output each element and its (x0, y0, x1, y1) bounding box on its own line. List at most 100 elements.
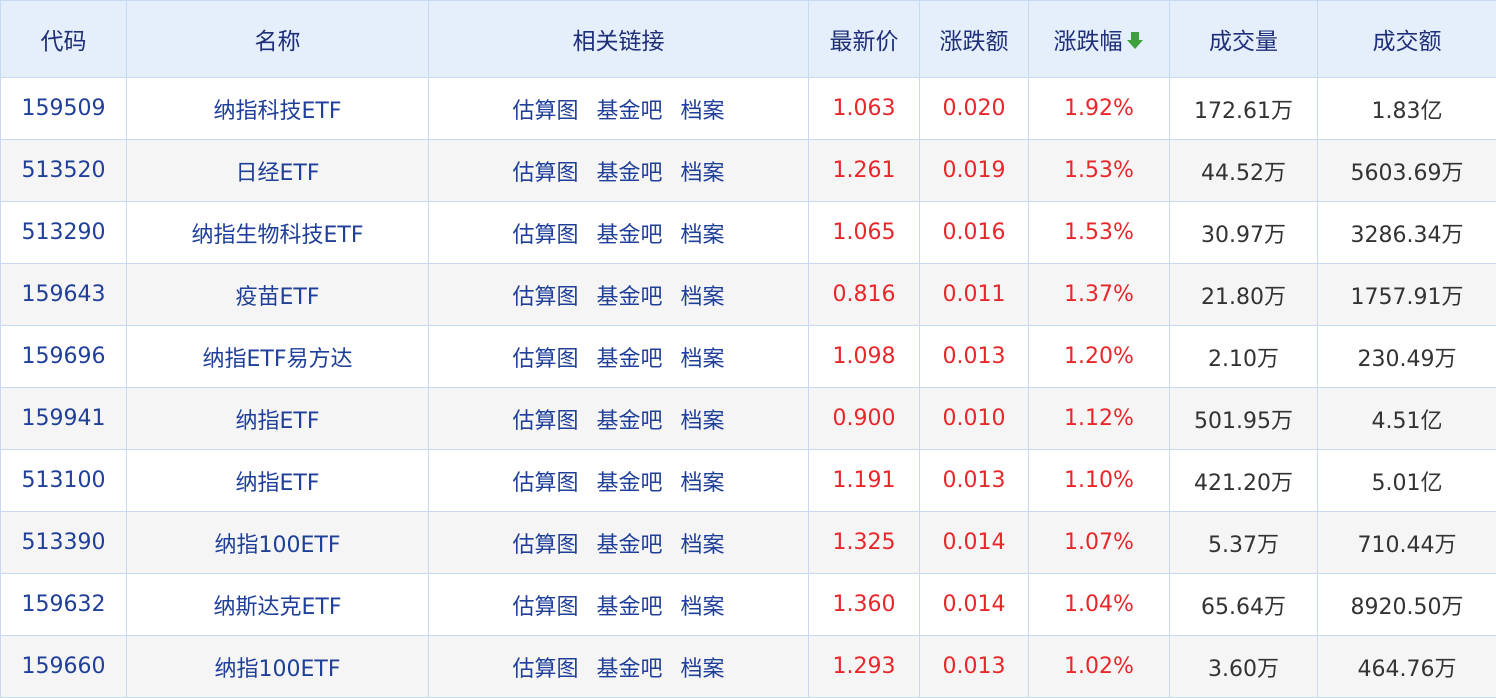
fund-code-link[interactable]: 159632 (1, 574, 127, 636)
fund-code-link[interactable]: 513520 (1, 140, 127, 202)
estimate-chart-link[interactable]: 估算图 (512, 527, 578, 559)
header-pct[interactable]: 涨跌幅 (1029, 1, 1170, 78)
fund-profile-link[interactable]: 档案 (681, 465, 725, 497)
header-code[interactable]: 代码 (1, 1, 127, 78)
header-row: 代码 名称 相关链接 最新价 涨跌额 涨跌幅 成交量 成交额 (1, 1, 1496, 78)
table-row: 159643疫苗ETF估算图基金吧档案0.8160.0111.37%21.80万… (1, 264, 1496, 326)
fund-forum-link[interactable]: 基金吧 (596, 465, 662, 497)
fund-code-link[interactable]: 513100 (1, 450, 127, 512)
fund-name-link[interactable]: 纳斯达克ETF (127, 574, 429, 636)
header-pct-label: 涨跌幅 (1054, 29, 1123, 55)
price-change: 0.020 (920, 78, 1029, 140)
estimate-chart-link[interactable]: 估算图 (512, 589, 578, 621)
fund-forum-link[interactable]: 基金吧 (596, 341, 662, 373)
change-percent: 1.53% (1029, 202, 1170, 264)
fund-code-link[interactable]: 159509 (1, 78, 127, 140)
table-row: 159941纳指ETF估算图基金吧档案0.9000.0101.12%501.95… (1, 388, 1496, 450)
fund-profile-link[interactable]: 档案 (681, 403, 725, 435)
estimate-chart-link[interactable]: 估算图 (512, 341, 578, 373)
price-change: 0.014 (920, 574, 1029, 636)
estimate-chart-link[interactable]: 估算图 (512, 651, 578, 683)
header-price[interactable]: 最新价 (809, 1, 920, 78)
table-row: 159632纳斯达克ETF估算图基金吧档案1.3600.0141.04%65.6… (1, 574, 1496, 636)
trade-amount: 710.44万 (1318, 512, 1496, 574)
related-links: 估算图基金吧档案 (429, 388, 809, 450)
estimate-chart-link[interactable]: 估算图 (512, 93, 578, 125)
trade-volume: 501.95万 (1170, 388, 1318, 450)
trade-amount: 1.83亿 (1318, 78, 1496, 140)
change-percent: 1.10% (1029, 450, 1170, 512)
arrow-down-icon[interactable] (1125, 30, 1145, 56)
estimate-chart-link[interactable]: 估算图 (512, 279, 578, 311)
trade-amount: 5603.69万 (1318, 140, 1496, 202)
trade-volume: 44.52万 (1170, 140, 1318, 202)
change-percent: 1.04% (1029, 574, 1170, 636)
latest-price: 0.900 (809, 388, 920, 450)
fund-name-link[interactable]: 日经ETF (127, 140, 429, 202)
latest-price: 1.063 (809, 78, 920, 140)
fund-forum-link[interactable]: 基金吧 (596, 279, 662, 311)
price-change: 0.019 (920, 140, 1029, 202)
fund-name-link[interactable]: 纳指生物科技ETF (127, 202, 429, 264)
trade-volume: 5.37万 (1170, 512, 1318, 574)
fund-forum-link[interactable]: 基金吧 (596, 527, 662, 559)
fund-profile-link[interactable]: 档案 (681, 155, 725, 187)
price-change: 0.014 (920, 512, 1029, 574)
related-links: 估算图基金吧档案 (429, 326, 809, 388)
related-links: 估算图基金吧档案 (429, 450, 809, 512)
price-change: 0.013 (920, 326, 1029, 388)
table-row: 513390纳指100ETF估算图基金吧档案1.3250.0141.07%5.3… (1, 512, 1496, 574)
trade-volume: 421.20万 (1170, 450, 1318, 512)
latest-price: 1.065 (809, 202, 920, 264)
change-percent: 1.20% (1029, 326, 1170, 388)
fund-profile-link[interactable]: 档案 (681, 527, 725, 559)
fund-name-link[interactable]: 纳指100ETF (127, 512, 429, 574)
fund-forum-link[interactable]: 基金吧 (596, 651, 662, 683)
header-name[interactable]: 名称 (127, 1, 429, 78)
fund-forum-link[interactable]: 基金吧 (596, 155, 662, 187)
fund-name-link[interactable]: 纳指ETF易方达 (127, 326, 429, 388)
related-links: 估算图基金吧档案 (429, 512, 809, 574)
fund-forum-link[interactable]: 基金吧 (596, 217, 662, 249)
trade-volume: 30.97万 (1170, 202, 1318, 264)
fund-profile-link[interactable]: 档案 (681, 93, 725, 125)
fund-code-link[interactable]: 513390 (1, 512, 127, 574)
fund-name-link[interactable]: 纳指ETF (127, 450, 429, 512)
change-percent: 1.53% (1029, 140, 1170, 202)
fund-forum-link[interactable]: 基金吧 (596, 589, 662, 621)
fund-profile-link[interactable]: 档案 (681, 589, 725, 621)
estimate-chart-link[interactable]: 估算图 (512, 465, 578, 497)
fund-name-link[interactable]: 纳指科技ETF (127, 78, 429, 140)
estimate-chart-link[interactable]: 估算图 (512, 155, 578, 187)
header-volume[interactable]: 成交量 (1170, 1, 1318, 78)
related-links: 估算图基金吧档案 (429, 78, 809, 140)
etf-quote-table: 代码 名称 相关链接 最新价 涨跌额 涨跌幅 成交量 成交额 159509纳指科… (0, 0, 1496, 698)
fund-profile-link[interactable]: 档案 (681, 341, 725, 373)
fund-code-link[interactable]: 159643 (1, 264, 127, 326)
related-links: 估算图基金吧档案 (429, 140, 809, 202)
fund-forum-link[interactable]: 基金吧 (596, 93, 662, 125)
fund-profile-link[interactable]: 档案 (681, 279, 725, 311)
fund-code-link[interactable]: 159941 (1, 388, 127, 450)
fund-code-link[interactable]: 159660 (1, 636, 127, 698)
fund-forum-link[interactable]: 基金吧 (596, 403, 662, 435)
fund-profile-link[interactable]: 档案 (681, 651, 725, 683)
header-links: 相关链接 (429, 1, 809, 78)
estimate-chart-link[interactable]: 估算图 (512, 217, 578, 249)
change-percent: 1.12% (1029, 388, 1170, 450)
fund-profile-link[interactable]: 档案 (681, 217, 725, 249)
change-percent: 1.92% (1029, 78, 1170, 140)
fund-name-link[interactable]: 纳指ETF (127, 388, 429, 450)
trade-volume: 172.61万 (1170, 78, 1318, 140)
estimate-chart-link[interactable]: 估算图 (512, 403, 578, 435)
fund-code-link[interactable]: 513290 (1, 202, 127, 264)
fund-name-link[interactable]: 纳指100ETF (127, 636, 429, 698)
table-row: 159660纳指100ETF估算图基金吧档案1.2930.0131.02%3.6… (1, 636, 1496, 698)
header-amount[interactable]: 成交额 (1318, 1, 1496, 78)
header-change[interactable]: 涨跌额 (920, 1, 1029, 78)
fund-code-link[interactable]: 159696 (1, 326, 127, 388)
related-links: 估算图基金吧档案 (429, 574, 809, 636)
fund-name-link[interactable]: 疫苗ETF (127, 264, 429, 326)
change-percent: 1.02% (1029, 636, 1170, 698)
trade-amount: 8920.50万 (1318, 574, 1496, 636)
